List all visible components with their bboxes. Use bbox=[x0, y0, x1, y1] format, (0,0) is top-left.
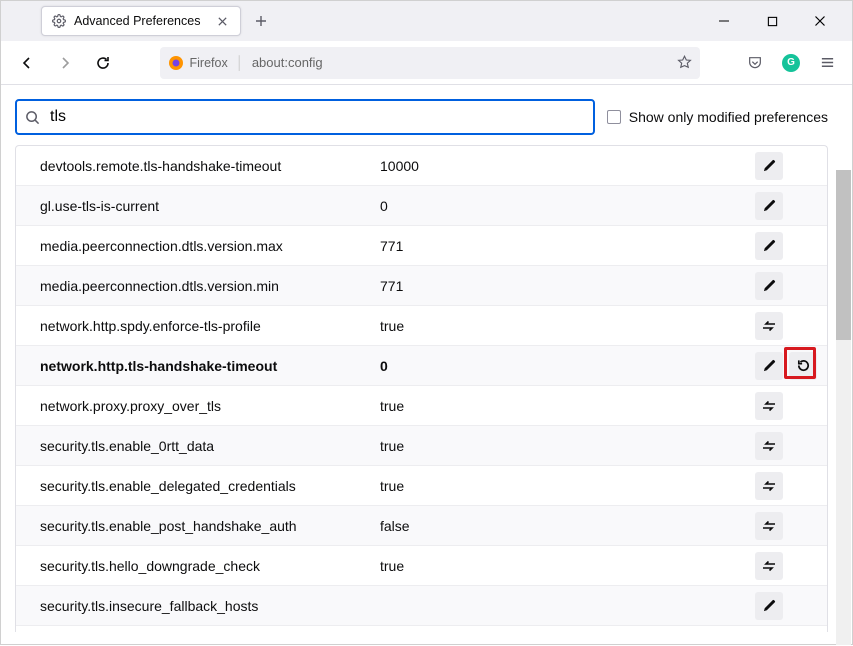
url-bar[interactable]: Firefox │ about:config bbox=[160, 47, 700, 79]
separator: │ bbox=[236, 55, 244, 70]
minimize-button[interactable] bbox=[712, 9, 736, 33]
toggle-button[interactable] bbox=[755, 552, 783, 580]
pref-value: 10000 bbox=[380, 158, 755, 174]
edit-button[interactable] bbox=[755, 352, 783, 380]
maximize-button[interactable] bbox=[760, 9, 784, 33]
pref-search-input[interactable] bbox=[48, 107, 585, 127]
extension-grammarly-icon[interactable]: G bbox=[778, 50, 804, 76]
browser-toolbar: Firefox │ about:config G bbox=[1, 41, 852, 85]
show-only-modified-label: Show only modified preferences bbox=[629, 109, 828, 125]
edit-button[interactable] bbox=[755, 192, 783, 220]
pref-name: security.tls.enable_post_handshake_auth bbox=[40, 518, 380, 534]
pref-name: security.tls.enable_0rtt_data bbox=[40, 438, 380, 454]
toggle-button[interactable] bbox=[755, 472, 783, 500]
toggle-button[interactable] bbox=[755, 312, 783, 340]
pref-name: security.tls.hello_downgrade_check bbox=[40, 558, 380, 574]
window-controls bbox=[712, 1, 848, 41]
pref-value: true bbox=[380, 438, 755, 454]
pref-row: media.peerconnection.dtls.version.min771 bbox=[16, 266, 827, 306]
pref-value: 771 bbox=[380, 278, 755, 294]
grammarly-badge: G bbox=[782, 54, 800, 72]
forward-button[interactable] bbox=[51, 49, 79, 77]
pref-value: true bbox=[380, 398, 755, 414]
pref-value: 0 bbox=[380, 358, 755, 374]
pref-name: security.tls.insecure_fallback_hosts bbox=[40, 598, 380, 614]
pref-value: 0 bbox=[380, 198, 755, 214]
pref-search-input-wrapper[interactable] bbox=[15, 99, 595, 135]
browser-tab[interactable]: Advanced Preferences bbox=[41, 6, 241, 36]
pref-name: network.http.spdy.enforce-tls-profile bbox=[40, 318, 380, 334]
pref-row: security.tls.enable_post_handshake_authf… bbox=[16, 506, 827, 546]
identity-label: Firefox bbox=[190, 56, 228, 70]
edit-button[interactable] bbox=[755, 152, 783, 180]
pref-row: security.tls.hello_downgrade_checktrue bbox=[16, 546, 827, 586]
aboutconfig-content: Show only modified preferences devtools.… bbox=[1, 85, 852, 646]
toggle-button[interactable] bbox=[755, 432, 783, 460]
pref-value: false bbox=[380, 518, 755, 534]
gear-icon bbox=[52, 14, 66, 28]
back-button[interactable] bbox=[13, 49, 41, 77]
highlight-annotation bbox=[784, 347, 816, 379]
pref-name: network.proxy.proxy_over_tls bbox=[40, 398, 380, 414]
pref-row: security.tls.enable_0rtt_datatrue bbox=[16, 426, 827, 466]
pocket-icon[interactable] bbox=[742, 50, 768, 76]
toggle-button[interactable] bbox=[755, 512, 783, 540]
close-window-button[interactable] bbox=[808, 9, 832, 33]
edit-button[interactable] bbox=[755, 592, 783, 620]
url-text: about:config bbox=[252, 55, 669, 70]
show-only-modified-checkbox[interactable]: Show only modified preferences bbox=[607, 109, 828, 125]
pref-row: security.tls.enable_delegated_credential… bbox=[16, 466, 827, 506]
pref-name: security.tls.enable_delegated_credential… bbox=[40, 478, 380, 494]
pref-row: gl.use-tls-is-current0 bbox=[16, 186, 827, 226]
pref-value: true bbox=[380, 478, 755, 494]
scrollbar[interactable] bbox=[836, 170, 851, 645]
pref-row: network.http.tls-handshake-timeout0 bbox=[16, 346, 827, 386]
search-icon bbox=[25, 110, 40, 125]
checkbox-icon bbox=[607, 110, 621, 124]
pref-value: true bbox=[380, 558, 755, 574]
pref-name: gl.use-tls-is-current bbox=[40, 198, 380, 214]
prefs-table: devtools.remote.tls-handshake-timeout100… bbox=[15, 145, 828, 632]
reload-button[interactable] bbox=[89, 49, 117, 77]
edit-button[interactable] bbox=[755, 272, 783, 300]
pref-name: media.peerconnection.dtls.version.max bbox=[40, 238, 380, 254]
new-tab-button[interactable] bbox=[247, 7, 275, 35]
scrollbar-thumb[interactable] bbox=[836, 170, 851, 340]
pref-name: network.http.tls-handshake-timeout bbox=[40, 358, 380, 374]
pref-row: network.proxy.proxy_over_tlstrue bbox=[16, 386, 827, 426]
pref-value: 771 bbox=[380, 238, 755, 254]
edit-button[interactable] bbox=[755, 232, 783, 260]
pref-value: true bbox=[380, 318, 755, 334]
tab-title: Advanced Preferences bbox=[74, 14, 206, 28]
pref-row: network.http.spdy.enforce-tls-profiletru… bbox=[16, 306, 827, 346]
pref-name: devtools.remote.tls-handshake-timeout bbox=[40, 158, 380, 174]
firefox-logo-icon bbox=[168, 55, 184, 71]
tab-close-button[interactable] bbox=[214, 13, 230, 29]
identity-box[interactable]: Firefox bbox=[168, 55, 228, 71]
app-menu-button[interactable] bbox=[814, 50, 840, 76]
toggle-button[interactable] bbox=[755, 392, 783, 420]
window-titlebar: Advanced Preferences bbox=[1, 1, 852, 41]
pref-row: devtools.remote.tls-handshake-timeout100… bbox=[16, 146, 827, 186]
pref-name: media.peerconnection.dtls.version.min bbox=[40, 278, 380, 294]
bookmark-star-icon[interactable] bbox=[677, 55, 692, 70]
pref-row: media.peerconnection.dtls.version.max771 bbox=[16, 226, 827, 266]
pref-row: security.tls.insecure_fallback_hosts bbox=[16, 586, 827, 626]
